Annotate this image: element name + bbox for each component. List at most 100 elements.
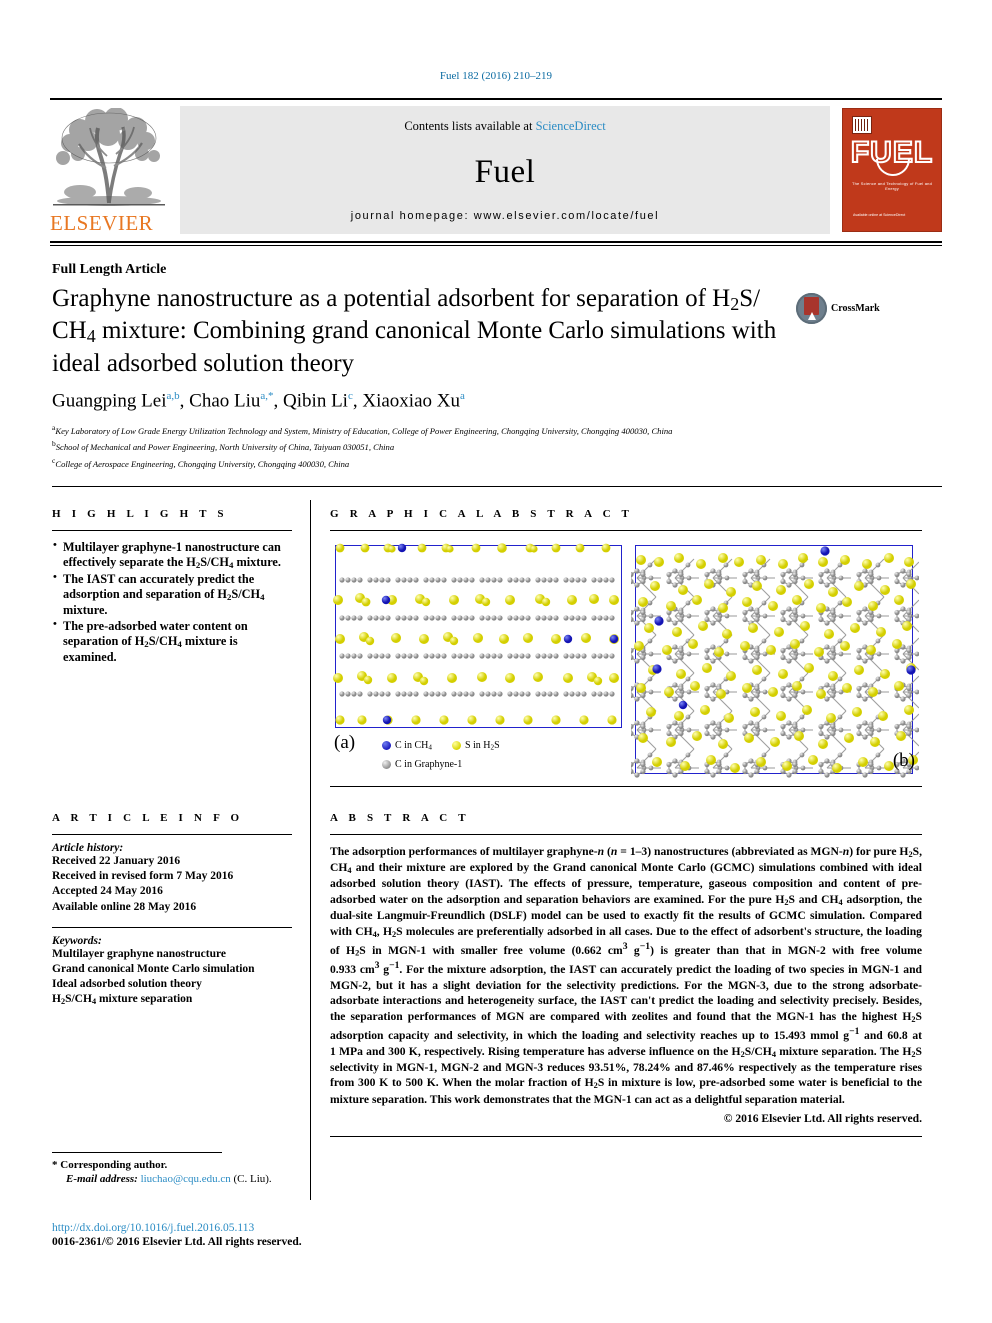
author-name: Qibin Li xyxy=(283,390,348,412)
author-name: Xiaoxiao Xu xyxy=(362,390,460,412)
footnote-rule xyxy=(52,1152,222,1153)
email-label: E-mail address: xyxy=(66,1173,138,1185)
abstract-section: A B S T R A C T The adsorption performan… xyxy=(330,812,923,1138)
keyword-item: Grand canonical Monte Carlo simulation xyxy=(52,962,255,975)
elsevier-tree-icon xyxy=(53,108,165,206)
abstract-heading: A B S T R A C T xyxy=(330,812,470,824)
keyword-item: Multilayer graphyne nanostructure xyxy=(52,947,226,960)
email-note: E-mail address: liuchao@cqu.edu.cn (C. L… xyxy=(52,1173,472,1185)
email-suffix: (C. Liu). xyxy=(233,1173,272,1185)
history-item: Received in revised form 7 May 2016 xyxy=(52,870,234,883)
cover-tagline: The Science and Technology of Fuel and E… xyxy=(851,181,933,191)
affiliation-text: School of Mechanical and Power Engineeri… xyxy=(55,442,395,453)
masthead-center: Contents lists available at ScienceDirec… xyxy=(180,106,830,234)
legend-row: C in Graphyne-1 xyxy=(382,757,516,773)
panel-a-molecular-model xyxy=(333,543,619,725)
list-item: Multilayer graphyne-1 nanostructure can … xyxy=(52,539,292,571)
article-info-rule xyxy=(52,834,292,835)
page-title: Graphyne nanostructure as a potential ad… xyxy=(52,285,777,377)
author-name: Chao Liu xyxy=(189,390,261,412)
highlights-list: Multilayer graphyne-1 nanostructure can … xyxy=(52,539,292,665)
doi-block: http://dx.doi.org/10.1016/j.fuel.2016.05… xyxy=(52,1222,302,1248)
article-info-section: A R T I C L E I N F O Article history: R… xyxy=(52,812,292,1008)
crossmark-label: CrossMark xyxy=(831,302,880,314)
figure-legend: C in CH4 S in H2S C in Graphyne-1 xyxy=(382,738,516,772)
figure-panel-a: (a) C in CH4 S in H2S C in Graphyne-1 xyxy=(330,542,626,778)
crossmark-icon xyxy=(796,292,827,324)
author-list: Guangping Leia,b, Chao Liua,*, Qibin Lic… xyxy=(52,390,465,412)
affiliation-item: cCollege of Aerospace Engineering, Chong… xyxy=(52,455,922,471)
affiliation-item: aKey Laboratory of Low Grade Energy Util… xyxy=(52,422,922,438)
h2s-sulfur-icon xyxy=(451,741,461,751)
content-top-divider xyxy=(52,486,942,487)
journal-homepage-link[interactable]: journal homepage: www.elsevier.com/locat… xyxy=(351,210,659,222)
panel-b-molecular-model xyxy=(631,546,919,778)
footnote-block: * Corresponding author. E-mail address: … xyxy=(52,1152,472,1185)
email-link[interactable]: liuchao@cqu.edu.cn xyxy=(141,1173,231,1185)
sciencedirect-link[interactable]: ScienceDirect xyxy=(536,119,606,133)
journal-cover: FUEL The Science and Technology of Fuel … xyxy=(838,106,942,234)
graphical-abstract-bottom-rule xyxy=(330,786,922,787)
keywords-rule xyxy=(52,926,292,928)
affiliation-list: aKey Laboratory of Low Grade Energy Util… xyxy=(52,422,922,471)
author-affil-marker: a,b xyxy=(166,390,180,402)
cover-footer-text: Available online at ScienceDirect xyxy=(853,213,906,218)
legend-label: S in H2S xyxy=(464,740,500,752)
elsevier-wordmark: ELSEVIER xyxy=(50,211,154,235)
legend-entry-h2s: S in H2S xyxy=(451,738,500,754)
highlights-heading: H I G H L I G H T S xyxy=(52,508,228,520)
graphical-abstract-heading: G R A P H I C A L A B S T R A C T xyxy=(330,508,634,520)
column-separator xyxy=(310,500,311,1200)
legend-label: C in CH4 xyxy=(395,740,432,752)
issn-copyright: 0016-2361/© 2016 Elsevier Ltd. All right… xyxy=(52,1236,302,1248)
copyright-line: © 2016 Elsevier Ltd. All rights reserved… xyxy=(723,1112,922,1126)
cover-swoosh-icon xyxy=(876,159,910,176)
legend-label: C in Graphyne-1 xyxy=(395,758,463,770)
running-head: Fuel 182 (2016) 210–219 xyxy=(439,70,553,82)
masthead-top-rule xyxy=(50,98,942,100)
affiliation-item: bSchool of Mechanical and Power Engineer… xyxy=(52,438,922,454)
figure-panel-b: (b) xyxy=(631,542,919,778)
journal-masthead: ELSEVIER Contents lists available at Sci… xyxy=(50,98,942,246)
corresponding-author-note: * Corresponding author. xyxy=(52,1159,168,1171)
article-first-page: Fuel 182 (2016) 210–219 ELSEVIER Content… xyxy=(0,0,992,1323)
keywords-label: Keywords: xyxy=(52,934,102,947)
panel-b-label: (b) xyxy=(892,750,915,771)
affiliation-text: Key Laboratory of Low Grade Energy Utili… xyxy=(55,425,673,436)
masthead-bottom-rule-thin xyxy=(50,245,942,246)
author-affil-marker: a,* xyxy=(260,390,274,402)
doi-link[interactable]: http://dx.doi.org/10.1016/j.fuel.2016.05… xyxy=(52,1222,302,1234)
ch4-carbon-icon xyxy=(382,741,391,751)
title-block: Graphyne nanostructure as a potential ad… xyxy=(52,283,882,379)
graphical-abstract-section: G R A P H I C A L A B S T R A C T (a) C … xyxy=(330,508,922,787)
history-item: Accepted 24 May 2016 xyxy=(52,885,163,898)
author-affil-marker: a xyxy=(459,390,465,402)
journal-title: Fuel xyxy=(474,153,536,190)
masthead-bottom-rule-thick xyxy=(50,241,942,243)
highlights-rule xyxy=(52,530,292,531)
history-item: Available online 28 May 2016 xyxy=(52,900,197,913)
author-name: Guangping Lei xyxy=(52,390,167,412)
fuel-cover-image: FUEL The Science and Technology of Fuel … xyxy=(842,108,942,232)
list-item: The pre-adsorbed water content on separa… xyxy=(52,618,292,665)
cover-elsevier-mini-icon xyxy=(852,116,872,134)
list-item: The IAST can accurately predict the adso… xyxy=(52,571,292,618)
contents-prefix: Contents lists available at xyxy=(404,119,536,133)
panel-a-label: (a) xyxy=(334,732,356,753)
author-affil-marker: c xyxy=(347,390,353,402)
abstract-text: The adsorption performances of multilaye… xyxy=(330,845,923,1106)
article-history-label: Article history: xyxy=(52,842,124,854)
elsevier-logo: ELSEVIER xyxy=(50,106,172,234)
highlights-section: H I G H L I G H T S Multilayer graphyne-… xyxy=(52,508,292,666)
history-item: Received 22 January 2016 xyxy=(52,855,181,867)
keyword-item: H2S/CH4 mixture separation xyxy=(52,993,193,1007)
legend-row: C in CH4 S in H2S xyxy=(382,738,516,754)
graphical-abstract-rule xyxy=(330,530,922,531)
article-type: Full Length Article xyxy=(52,262,167,277)
graphical-abstract-figure: (a) C in CH4 S in H2S C in Graphyne-1 (b… xyxy=(330,542,922,778)
contents-available-line: Contents lists available at ScienceDirec… xyxy=(404,119,605,134)
keyword-item: Ideal adsorbed solution theory xyxy=(52,978,202,991)
crossmark-badge[interactable]: CrossMark xyxy=(796,291,882,325)
legend-entry-graphyne: C in Graphyne-1 xyxy=(382,757,462,773)
abstract-bottom-rule xyxy=(330,1136,922,1138)
